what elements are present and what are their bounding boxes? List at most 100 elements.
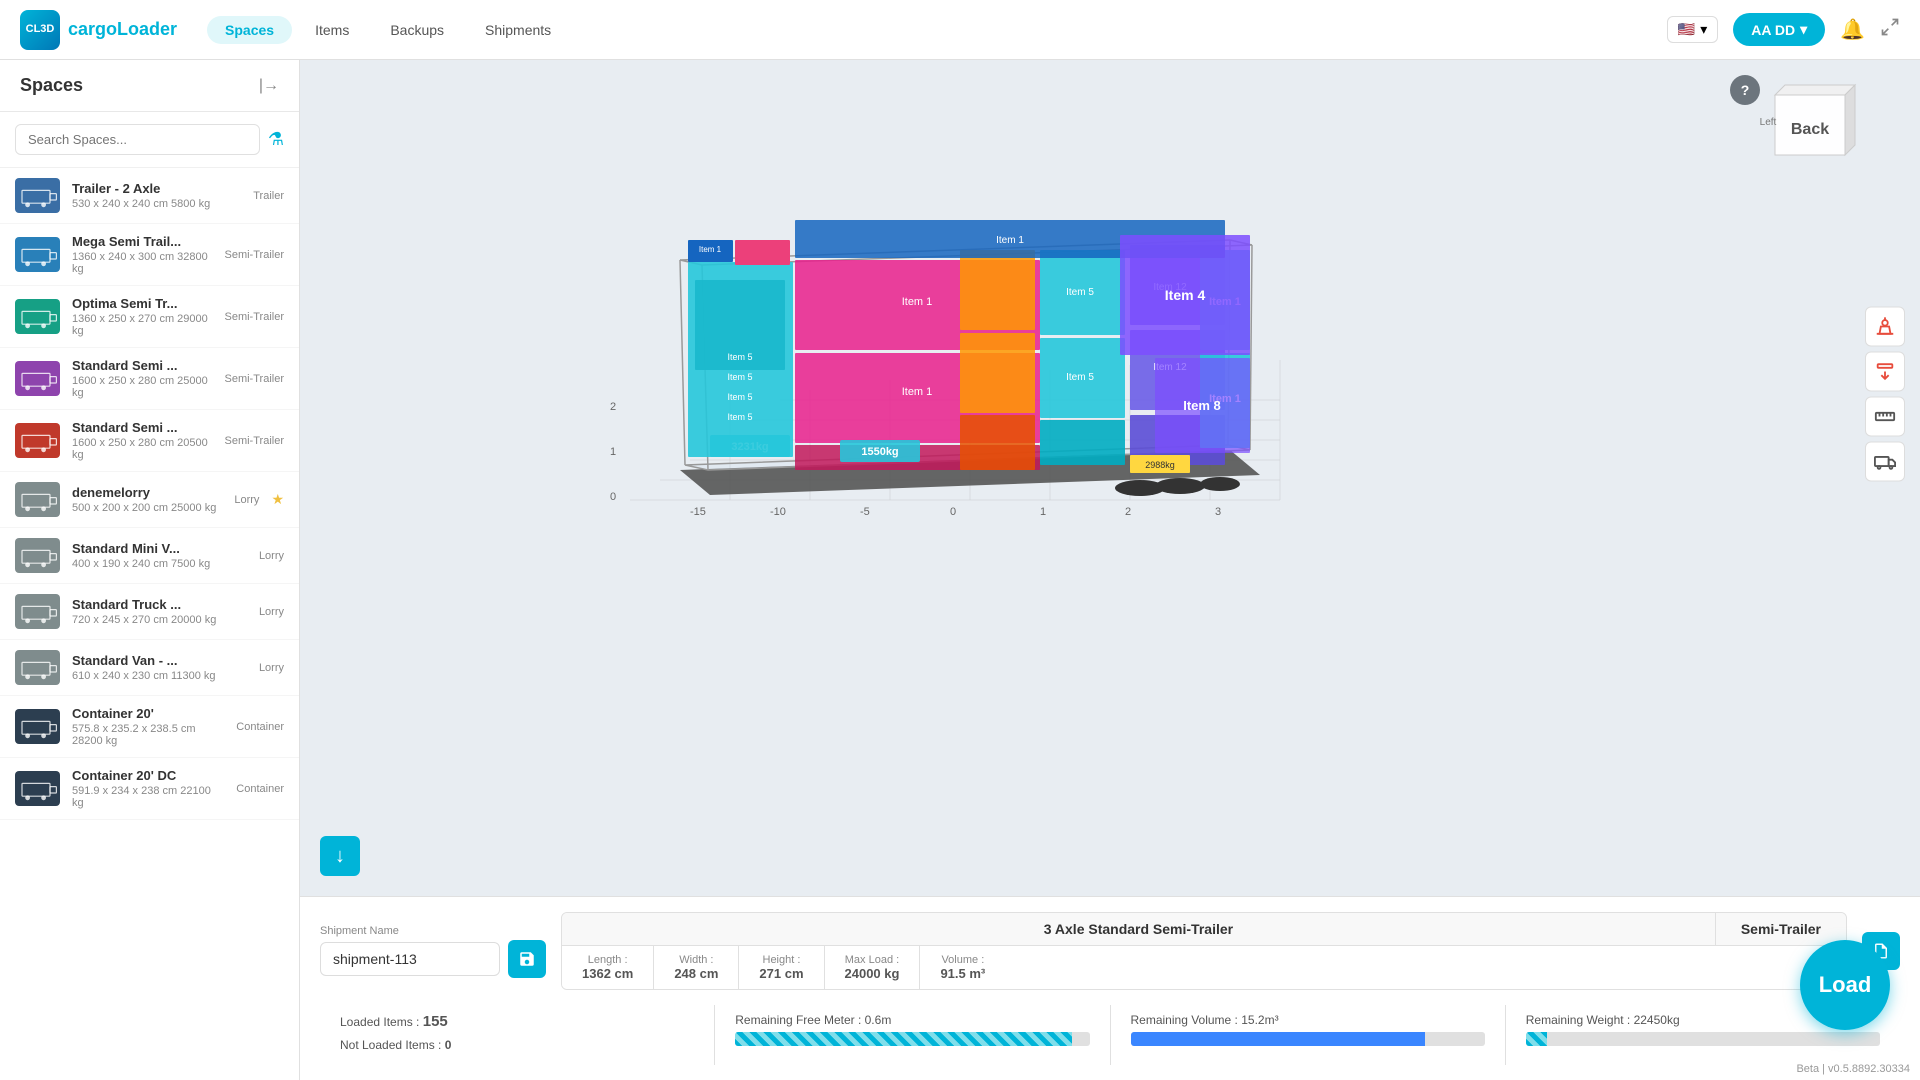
bottom-panel: Shipment Name 3 Axle Standard Semi-Trail…: [300, 896, 1920, 1080]
loaded-items-stat: Loaded Items : 155 Not Loaded Items : 0: [320, 1005, 715, 1065]
space-name: Standard Semi ...: [72, 358, 213, 373]
svg-text:Item 1: Item 1: [902, 296, 933, 308]
svg-text:2: 2: [610, 401, 616, 413]
nav-backups[interactable]: Backups: [372, 16, 462, 44]
header-right: 🇺🇸 ▾ AA DD ▾ 🔔: [1667, 13, 1900, 46]
space-type: Semi-Trailer: [225, 435, 285, 447]
help-button[interactable]: ?: [1730, 75, 1760, 105]
space-dims: 1360 x 250 x 270 cm 29000 kg: [72, 313, 213, 337]
nav-shipments[interactable]: Shipments: [467, 16, 569, 44]
svg-text:0: 0: [610, 491, 616, 503]
svg-text:3: 3: [1215, 506, 1221, 518]
volume-progress: 76.2m²(83.3%): [1131, 1032, 1485, 1046]
space-list-item[interactable]: Trailer - 2 Axle 530 x 240 x 240 cm 5800…: [0, 168, 299, 224]
space-name: Container 20': [72, 706, 224, 721]
space-name: Standard Van - ...: [72, 653, 247, 668]
cube-navigator[interactable]: Back Left: [1760, 80, 1860, 180]
trailer-name: 3 Axle Standard Semi-Trailer: [562, 913, 1716, 945]
user-menu[interactable]: AA DD ▾: [1733, 13, 1825, 46]
nav-spaces[interactable]: Spaces: [207, 16, 292, 44]
header: CL 3D cargoLoader Spaces Items Backups S…: [0, 0, 1920, 60]
space-icon: [15, 482, 60, 517]
space-name: Optima Semi Tr...: [72, 296, 213, 311]
save-shipment-button[interactable]: [508, 940, 546, 978]
filter-button[interactable]: ⚗: [268, 129, 284, 150]
space-list-item[interactable]: Mega Semi Trail... 1360 x 240 x 300 cm 3…: [0, 224, 299, 286]
trailer-type: Semi-Trailer: [1716, 913, 1846, 945]
space-type: Container: [236, 783, 284, 795]
sidebar-header: Spaces |→: [0, 60, 299, 112]
space-type: Lorry: [259, 662, 284, 674]
svg-text:Back: Back: [1791, 121, 1829, 138]
truck-tool[interactable]: [1865, 442, 1905, 482]
space-type: Semi-Trailer: [225, 373, 285, 385]
star-icon: ★: [271, 491, 284, 508]
scroll-down-button[interactable]: ↓: [320, 836, 360, 876]
space-dims: 1600 x 250 x 280 cm 20500 kg: [72, 437, 213, 461]
space-name: denemelorry: [72, 485, 222, 500]
svg-text:-15: -15: [690, 506, 706, 518]
space-list-item[interactable]: Standard Semi ... 1600 x 250 x 280 cm 20…: [0, 410, 299, 472]
space-info: Standard Mini V... 400 x 190 x 240 cm 75…: [72, 541, 247, 570]
space-dims: 400 x 190 x 240 cm 7500 kg: [72, 558, 247, 570]
space-list-item[interactable]: Standard Semi ... 1600 x 250 x 280 cm 25…: [0, 348, 299, 410]
space-list-item[interactable]: Container 20' 575.8 x 235.2 x 238.5 cm 2…: [0, 696, 299, 758]
right-toolbar: [1860, 302, 1910, 487]
notifications-button[interactable]: 🔔: [1840, 17, 1865, 42]
space-info: Container 20' DC 591.9 x 234 x 238 cm 22…: [72, 768, 224, 809]
space-list-item[interactable]: Optima Semi Tr... 1360 x 250 x 270 cm 29…: [0, 286, 299, 348]
spec-length: Length : 1362 cm: [562, 946, 654, 989]
space-info: Container 20' 575.8 x 235.2 x 238.5 cm 2…: [72, 706, 224, 747]
space-dims: 591.9 x 234 x 238 cm 22100 kg: [72, 785, 224, 809]
svg-text:Item 5: Item 5: [727, 372, 752, 382]
free-meter-progress: 13m(95%): [735, 1032, 1089, 1046]
space-icon: [15, 361, 60, 396]
space-type: Lorry: [259, 606, 284, 618]
svg-text:Item 5: Item 5: [727, 392, 752, 402]
weight-tool[interactable]: [1865, 307, 1905, 347]
space-list-item[interactable]: denemelorry 500 x 200 x 200 cm 25000 kg …: [0, 472, 299, 528]
svg-text:Item 1: Item 1: [699, 245, 722, 254]
svg-text:Item 5: Item 5: [727, 352, 752, 362]
space-type: Lorry: [259, 550, 284, 562]
space-list-item[interactable]: Container 20' DC 591.9 x 234 x 238 cm 22…: [0, 758, 299, 820]
version-label: Beta | v0.5.8892.30334: [1796, 1063, 1910, 1075]
space-icon: [15, 299, 60, 334]
space-icon: [15, 178, 60, 213]
ruler-tool[interactable]: [1865, 397, 1905, 437]
stats-row: Loaded Items : 155 Not Loaded Items : 0 …: [320, 1005, 1900, 1065]
space-name: Trailer - 2 Axle: [72, 181, 241, 196]
fullscreen-button[interactable]: [1880, 17, 1900, 42]
logo: CL 3D cargoLoader: [20, 10, 177, 50]
svg-text:Item 5: Item 5: [727, 412, 752, 422]
shipment-name-input[interactable]: [320, 942, 500, 976]
search-bar: ⚗: [0, 112, 299, 168]
load-button[interactable]: Load: [1800, 940, 1890, 1030]
space-dims: 610 x 240 x 230 cm 11300 kg: [72, 670, 247, 682]
logo-text: cargoLoader: [68, 19, 177, 40]
language-selector[interactable]: 🇺🇸 ▾: [1667, 16, 1718, 43]
sort-tool[interactable]: [1865, 352, 1905, 392]
svg-text:Item 5: Item 5: [1066, 287, 1094, 298]
svg-text:Item 1: Item 1: [902, 386, 933, 398]
collapse-sidebar-button[interactable]: |→: [259, 77, 279, 95]
space-type: Container: [236, 721, 284, 733]
spec-volume: Volume : 91.5 m³: [920, 946, 1005, 989]
svg-text:1: 1: [1040, 506, 1046, 518]
space-list-item[interactable]: Standard Mini V... 400 x 190 x 240 cm 75…: [0, 528, 299, 584]
space-list-item[interactable]: Standard Truck ... 720 x 245 x 270 cm 20…: [0, 584, 299, 640]
svg-text:-5: -5: [860, 506, 870, 518]
space-list-item[interactable]: Standard Van - ... 610 x 240 x 230 cm 11…: [0, 640, 299, 696]
nav-items[interactable]: Items: [297, 16, 367, 44]
svg-text:Item 8: Item 8: [1183, 398, 1221, 413]
space-info: Standard Semi ... 1600 x 250 x 280 cm 25…: [72, 358, 213, 399]
svg-text:0: 0: [950, 506, 956, 518]
search-input[interactable]: [15, 124, 260, 155]
space-dims: 1360 x 240 x 300 cm 32800 kg: [72, 251, 213, 275]
space-icon: [15, 594, 60, 629]
spec-width: Width : 248 cm: [654, 946, 739, 989]
viewport[interactable]: ? Back Left ↓: [300, 60, 1920, 896]
space-type: Trailer: [253, 190, 284, 202]
space-dims: 720 x 245 x 270 cm 20000 kg: [72, 614, 247, 626]
space-icon: [15, 709, 60, 744]
